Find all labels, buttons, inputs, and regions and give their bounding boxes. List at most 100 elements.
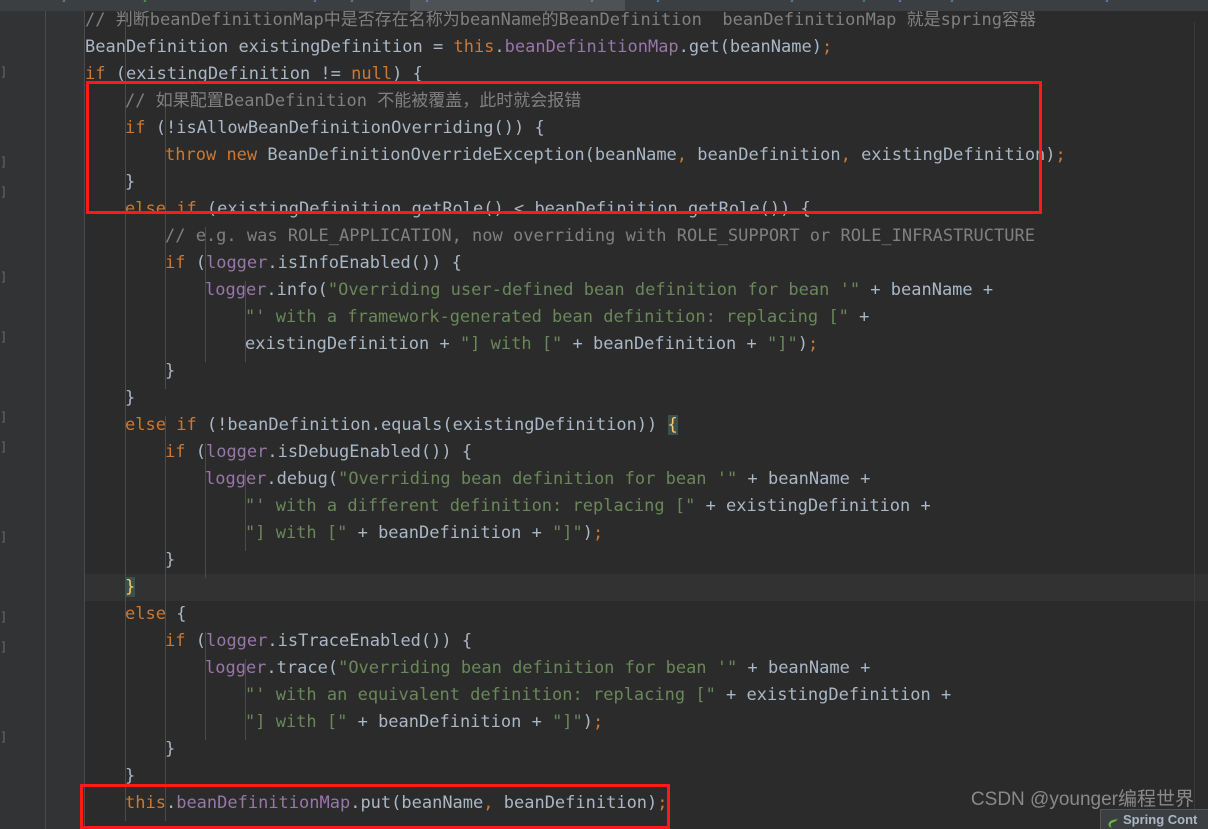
interface-icon[interactable]: ♪ <box>950 0 956 5</box>
code-line[interactable]: "] with [" + beanDefinition + "]"); <box>245 709 603 736</box>
file-icon[interactable]: ♪ <box>790 0 796 5</box>
code-token: , <box>483 793 494 813</box>
code-token: + beanDefinition + <box>347 523 553 543</box>
code-token: , <box>840 145 851 165</box>
gutter-marker: ] <box>0 731 6 743</box>
code-token: ( <box>145 118 166 138</box>
tool-window-tab-label: Spring Cont <box>1123 812 1198 827</box>
code-line[interactable]: "' with a different definition: replacin… <box>245 493 931 520</box>
code-token: (existingDefinition <box>105 64 321 84</box>
code-line[interactable]: else if (!beanDefinition.equals(existing… <box>125 412 678 439</box>
code-line[interactable]: // e.g. was ROLE_APPLICATION, now overri… <box>165 223 1035 250</box>
code-token: { <box>667 415 678 435</box>
gutter-marker: ] <box>0 441 6 453</box>
code-token: } <box>125 766 136 786</box>
code-token: logger <box>205 280 267 300</box>
code-line[interactable]: existingDefinition + "] with [" + beanDe… <box>245 331 818 358</box>
code-line[interactable]: throw new BeanDefinitionOverrideExceptio… <box>165 142 1066 169</box>
code-line[interactable]: } <box>165 547 175 574</box>
code-line[interactable]: } <box>125 574 136 601</box>
class-icon[interactable]: ♪ <box>425 0 431 5</box>
file-icon[interactable]: ♪ <box>898 0 904 5</box>
code-line[interactable]: if (!isAllowBeanDefinitionOverriding()) … <box>125 115 545 142</box>
code-line[interactable]: else { <box>125 601 186 628</box>
code-token: } <box>125 577 136 597</box>
editor-scrollbar[interactable] <box>1195 22 1208 822</box>
code-token: } <box>165 739 176 759</box>
code-token: .info( <box>266 280 328 300</box>
interface-icon[interactable]: ♪ <box>656 0 662 5</box>
code-token: ( <box>185 631 206 651</box>
code-line[interactable]: // 判断beanDefinitionMap中是否存在名称为beanName的B… <box>85 11 1036 34</box>
code-content[interactable]: // 判断beanDefinitionMap中是否存在名称为beanName的B… <box>85 11 1208 829</box>
code-line[interactable]: // 如果配置BeanDefinition 不能被覆盖，此时就会报错 <box>125 88 581 115</box>
line-number-gutter[interactable]: ]]]]]]]]]]] <box>0 11 45 829</box>
code-line[interactable]: BeanDefinition existingDefinition = this… <box>85 34 832 61</box>
file-icon[interactable]: ♪ <box>313 0 319 5</box>
code-line[interactable]: if (logger.isDebugEnabled()) { <box>165 439 472 466</box>
code-line[interactable]: } <box>165 358 175 385</box>
code-line[interactable]: } <box>125 763 135 790</box>
code-line[interactable]: logger.info("Overriding user-defined bea… <box>205 277 993 304</box>
code-line[interactable]: } <box>125 385 135 412</box>
code-line[interactable]: this.beanDefinitionMap.put(beanName, bea… <box>125 790 668 817</box>
code-token: new <box>226 145 258 165</box>
code-token: "' with a framework-generated bean defin… <box>245 307 849 327</box>
code-token: } <box>165 550 176 570</box>
file-icon[interactable]: ♪ <box>590 0 596 5</box>
code-editor[interactable]: ]]]]]]]]]]] // 判断beanDefinitionMap中是否存在名… <box>0 11 1208 829</box>
code-token: if <box>176 199 197 219</box>
code-token: if <box>85 64 106 84</box>
code-token: ! <box>165 118 177 138</box>
code-token: existingDefinition + <box>245 334 460 354</box>
code-token: beanDefinition <box>687 145 841 165</box>
code-line[interactable]: } <box>125 169 135 196</box>
code-token: . <box>494 37 505 57</box>
code-token: null <box>351 64 393 84</box>
code-token: beanDefinition) <box>493 793 658 813</box>
code-token: } <box>125 388 136 408</box>
code-token: ) <box>582 712 594 732</box>
code-fold-gutter[interactable] <box>46 11 84 829</box>
file-icon[interactable]: ♪ <box>350 0 356 5</box>
code-token: ) <box>582 523 594 543</box>
code-token: // <box>125 91 156 111</box>
code-token: "Overriding bean definition for bean '" <box>338 658 738 678</box>
code-line[interactable]: "] with [" + beanDefinition + "]"); <box>245 520 603 547</box>
file-icon[interactable]: ♪ <box>62 0 68 5</box>
code-token: "Overriding user-defined bean definition… <box>327 280 861 300</box>
code-line[interactable]: } <box>165 736 175 763</box>
editor-tab-strip[interactable]: ♪ ♪ ♪ ♪ ♪ ♪ ♪ ♪ ♪ ♪ ♪ ♪ <box>0 0 1208 11</box>
code-token: this <box>453 37 495 57</box>
code-token: ( <box>185 442 206 462</box>
code-token: // <box>85 11 116 30</box>
code-token: .put(beanName <box>350 793 484 813</box>
code-token: ; <box>593 712 604 732</box>
gutter-marker: ] <box>0 531 6 543</box>
code-token: this <box>125 793 166 813</box>
code-line[interactable]: "' with a framework-generated bean defin… <box>245 304 869 331</box>
spring-bean-icon[interactable]: ♪ <box>143 0 149 5</box>
code-line[interactable]: logger.trace("Overriding bean definition… <box>205 655 870 682</box>
code-line[interactable]: if (existingDefinition != null) { <box>85 61 423 88</box>
tool-window-tab-spring[interactable]: Spring Cont <box>1100 809 1208 829</box>
code-line[interactable]: logger.debug("Overriding bean definition… <box>205 466 870 493</box>
code-line[interactable]: "' with an equivalent definition: replac… <box>245 682 951 709</box>
code-line[interactable]: else if (existingDefinition.getRole() < … <box>125 196 811 223</box>
code-token: } <box>165 361 176 381</box>
code-token: { <box>165 604 187 624</box>
enum-icon[interactable]: ♪ <box>862 0 868 5</box>
gutter-marker: ] <box>0 331 6 343</box>
code-token: else <box>125 604 166 624</box>
code-token: "] with [" <box>245 523 348 543</box>
code-line[interactable]: if (logger.isInfoEnabled()) { <box>165 250 462 277</box>
code-token: logger <box>205 442 268 462</box>
gutter-marker: ] <box>0 156 6 168</box>
code-token: ; <box>657 793 668 813</box>
code-token: .isTraceEnabled()) { <box>267 631 473 651</box>
file-icon[interactable]: ♪ <box>1105 0 1111 5</box>
code-token: . <box>165 793 177 813</box>
code-line[interactable]: if (logger.isTraceEnabled()) { <box>165 628 472 655</box>
